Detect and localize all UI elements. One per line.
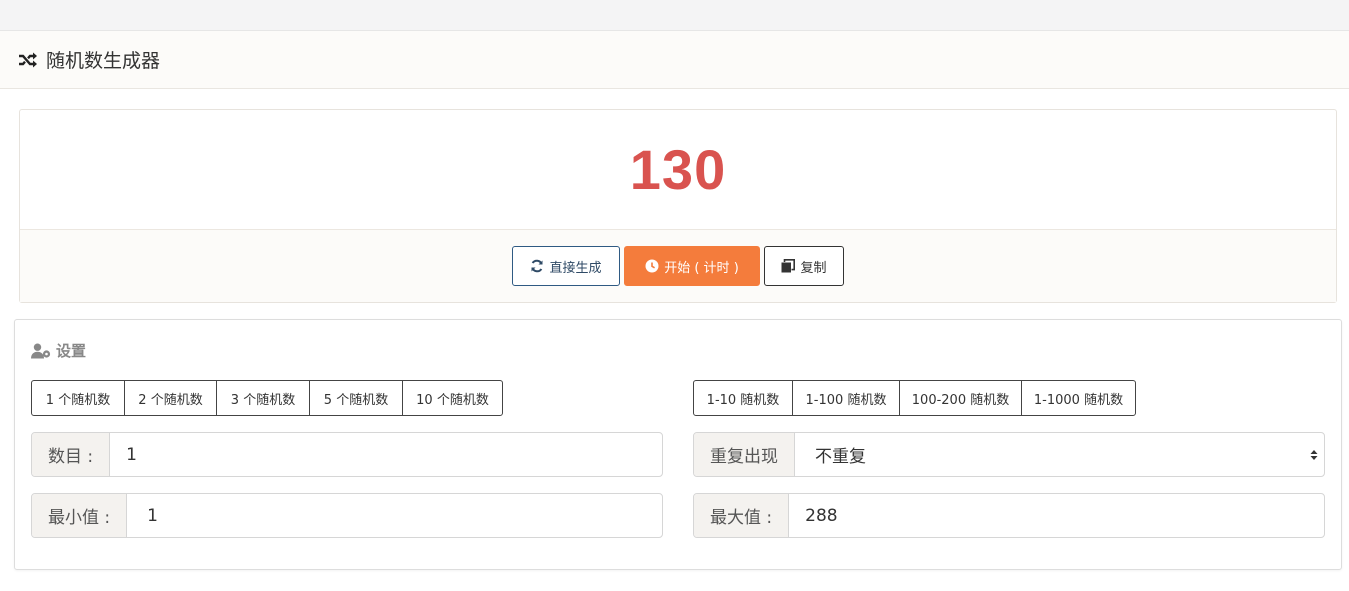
repeat-label: 重复出现 bbox=[694, 433, 795, 476]
regenerate-button[interactable]: 直接生成 bbox=[512, 246, 620, 286]
copy-button[interactable]: 复制 bbox=[764, 246, 844, 286]
refresh-icon bbox=[530, 259, 544, 273]
range-preset-group: 1-10 随机数 1-100 随机数 100-200 随机数 1-1000 随机… bbox=[693, 380, 1136, 416]
settings-heading: 设置 bbox=[31, 340, 86, 361]
page-header: 随机数生成器 bbox=[0, 31, 1349, 89]
repeat-field: 重复出现 不重复 bbox=[693, 432, 1325, 477]
start-timer-button[interactable]: 开始 ( 计时 ) bbox=[624, 246, 760, 286]
min-field: 最小值 : 1 bbox=[31, 493, 663, 538]
preset-range-1-1000[interactable]: 1-1000 随机数 bbox=[1021, 380, 1136, 416]
min-input[interactable]: 1 bbox=[127, 494, 662, 537]
settings-panel: 设置 1 个随机数 2 个随机数 3 个随机数 5 个随机数 10 个随机数 1… bbox=[14, 319, 1342, 570]
preset-count-3[interactable]: 3 个随机数 bbox=[216, 380, 310, 416]
user-cog-icon bbox=[31, 343, 51, 359]
max-label: 最大值 : bbox=[694, 494, 790, 537]
preset-range-100-200[interactable]: 100-200 随机数 bbox=[899, 380, 1022, 416]
copy-label: 复制 bbox=[800, 260, 827, 276]
count-field: 数目 : 1 bbox=[31, 432, 663, 477]
result-panel: 130 直接生成 开始 ( 计时 ) 复制 bbox=[19, 109, 1337, 303]
copy-icon bbox=[781, 259, 796, 273]
max-input[interactable]: 288 bbox=[789, 494, 1324, 537]
count-preset-group: 1 个随机数 2 个随机数 3 个随机数 5 个随机数 10 个随机数 bbox=[31, 380, 503, 416]
preset-range-1-10[interactable]: 1-10 随机数 bbox=[693, 380, 793, 416]
regenerate-label: 直接生成 bbox=[549, 260, 602, 276]
min-label: 最小值 : bbox=[32, 494, 128, 537]
shuffle-icon bbox=[18, 49, 40, 71]
settings-title: 设置 bbox=[56, 342, 87, 360]
result-display: 130 bbox=[20, 110, 1336, 230]
count-input[interactable]: 1 bbox=[110, 433, 662, 476]
preset-count-5[interactable]: 5 个随机数 bbox=[309, 380, 403, 416]
count-label: 数目 : bbox=[32, 433, 111, 476]
page-title: 随机数生成器 bbox=[46, 50, 161, 72]
max-field: 最大值 : 288 bbox=[693, 493, 1325, 538]
select-sort-icon[interactable] bbox=[1304, 433, 1324, 476]
random-number-value: 130 bbox=[629, 138, 727, 201]
preset-range-1-100[interactable]: 1-100 随机数 bbox=[792, 380, 900, 416]
repeat-select[interactable]: 不重复 bbox=[795, 433, 1304, 476]
clock-icon bbox=[645, 259, 659, 273]
action-bar: 直接生成 开始 ( 计时 ) 复制 bbox=[20, 230, 1336, 302]
preset-count-1[interactable]: 1 个随机数 bbox=[31, 380, 125, 416]
start-timer-label: 开始 ( 计时 ) bbox=[664, 260, 739, 276]
browser-top-strip bbox=[0, 0, 1349, 31]
preset-count-10[interactable]: 10 个随机数 bbox=[402, 380, 503, 416]
preset-count-2[interactable]: 2 个随机数 bbox=[124, 380, 217, 416]
